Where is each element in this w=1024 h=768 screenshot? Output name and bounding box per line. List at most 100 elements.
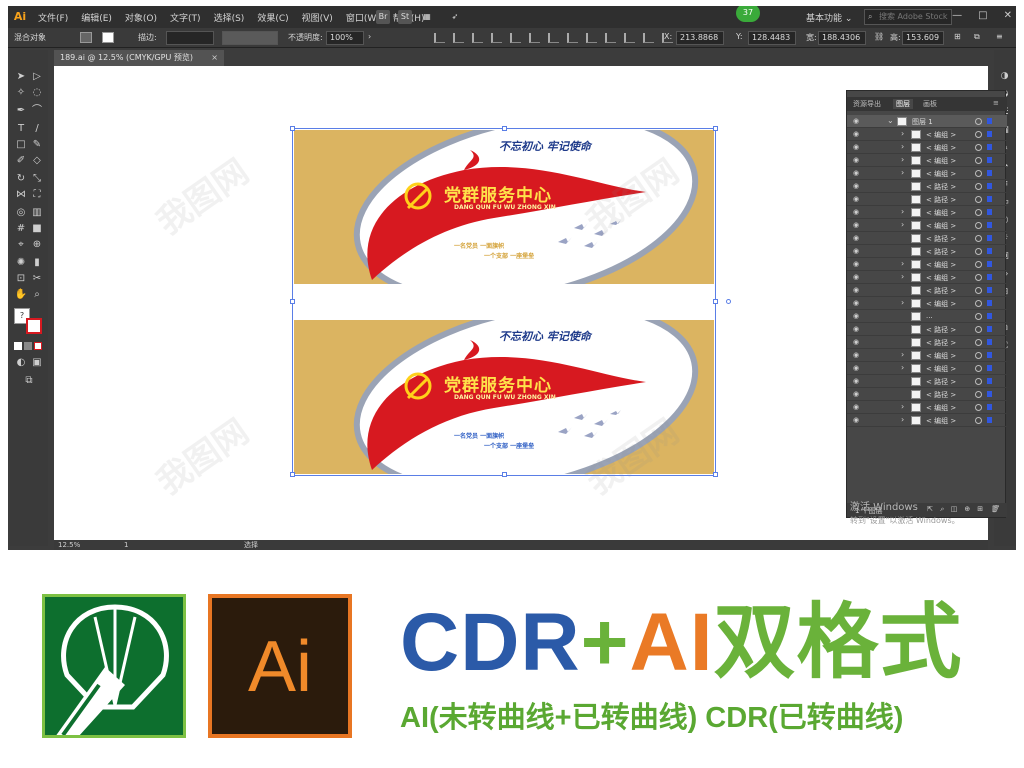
target-circle-icon[interactable] <box>975 274 982 281</box>
layer-row[interactable]: ◉ › < 编组 > <box>847 258 1007 271</box>
layer-row[interactable]: ◉ < 路径 > <box>847 193 1007 206</box>
selection-color-indicator[interactable] <box>987 313 992 319</box>
selection-color-indicator[interactable] <box>987 209 992 215</box>
gpu-rocket-icon[interactable]: ➶ <box>448 10 462 24</box>
mesh-tool-icon[interactable]: # <box>14 222 28 236</box>
visibility-eye-icon[interactable]: ◉ <box>853 351 862 359</box>
visibility-eye-icon[interactable]: ◉ <box>853 416 862 424</box>
signboard-design-top[interactable]: 不忘初心 牢记使命 党群服务中心 DANG QUN FU WU ZHONG XI… <box>294 130 714 284</box>
target-circle-icon[interactable] <box>975 313 982 320</box>
symbol-sprayer-icon[interactable]: ✺ <box>14 256 28 270</box>
slice-tool-icon[interactable]: ✂ <box>30 272 44 286</box>
visibility-eye-icon[interactable]: ◉ <box>853 325 862 333</box>
expand-caret-icon[interactable]: ⌄ <box>887 116 894 125</box>
layer-row[interactable]: ◉ › < 编组 > <box>847 167 1007 180</box>
artboard[interactable]: 不忘初心 牢记使命 党群服务中心 DANG QUN FU WU ZHONG XI… <box>290 126 731 477</box>
visibility-eye-icon[interactable]: ◉ <box>853 195 862 203</box>
selection-color-indicator[interactable] <box>987 326 992 332</box>
stroke-swatch[interactable] <box>102 32 114 43</box>
expand-caret-icon[interactable]: › <box>901 272 904 281</box>
resize-handle-sw[interactable] <box>290 472 295 477</box>
transform-icon[interactable]: ⊞ <box>954 32 961 41</box>
visibility-eye-icon[interactable]: ◉ <box>853 403 862 411</box>
expand-caret-icon[interactable]: › <box>901 402 904 411</box>
panel-menu-icon[interactable]: ≡ <box>996 32 1003 41</box>
layer-row[interactable]: ◉ › < 编组 > <box>847 414 1007 427</box>
visibility-eye-icon[interactable]: ◉ <box>853 260 862 268</box>
selection-color-indicator[interactable] <box>987 339 992 345</box>
target-circle-icon[interactable] <box>975 222 982 229</box>
variable-width-field[interactable] <box>222 31 278 45</box>
target-circle-icon[interactable] <box>975 157 982 164</box>
restore-button[interactable]: □ <box>978 10 987 21</box>
rotate-tool-icon[interactable]: ↻ <box>14 172 28 186</box>
zoom-tool-icon[interactable]: ⌕ <box>30 288 44 302</box>
selection-color-indicator[interactable] <box>987 157 992 163</box>
screen-mode-icon[interactable]: ▣ <box>30 356 44 370</box>
visibility-eye-icon[interactable]: ◉ <box>853 221 862 229</box>
selection-color-indicator[interactable] <box>987 378 992 384</box>
shaper-tool-icon[interactable]: ✐ <box>14 154 28 168</box>
opacity-field[interactable]: 100% <box>326 31 364 45</box>
lasso-tool-icon[interactable]: ◌ <box>30 86 44 100</box>
target-circle-icon[interactable] <box>975 391 982 398</box>
curvature-tool-icon[interactable]: ⌒ <box>30 104 44 118</box>
visibility-eye-icon[interactable]: ◉ <box>853 390 862 398</box>
expand-caret-icon[interactable]: › <box>901 298 904 307</box>
arrange-documents-icon[interactable]: ▦ <box>420 10 434 24</box>
selection-color-indicator[interactable] <box>987 235 992 241</box>
eyedropper-icon[interactable]: ⌖ <box>14 238 28 252</box>
menu-view[interactable]: 视图(V) <box>302 11 333 24</box>
selection-color-indicator[interactable] <box>987 404 992 410</box>
target-circle-icon[interactable] <box>975 378 982 385</box>
selection-color-indicator[interactable] <box>987 352 992 358</box>
menu-select[interactable]: 选择(S) <box>214 11 245 24</box>
expand-caret-icon[interactable]: › <box>901 207 904 216</box>
resize-handle-nw[interactable] <box>290 126 295 131</box>
selection-tool-icon[interactable]: ➤ <box>14 70 28 84</box>
layer-row[interactable]: ◉ › < 编组 > <box>847 401 1007 414</box>
pen-tool-icon[interactable]: ✒ <box>14 104 28 118</box>
align-top-icon[interactable] <box>491 33 502 43</box>
visibility-eye-icon[interactable]: ◉ <box>853 130 862 138</box>
selection-color-indicator[interactable] <box>987 196 992 202</box>
workspace-switcher[interactable]: 基本功能 ⌄ <box>806 11 852 24</box>
gradient-tool-icon[interactable]: ■ <box>30 222 44 236</box>
selection-color-indicator[interactable] <box>987 170 992 176</box>
distribute-middle-icon[interactable] <box>567 33 578 43</box>
layer-row[interactable]: ◉ › < 编组 > <box>847 349 1007 362</box>
layer-row[interactable]: ◉ › < 编组 > <box>847 206 1007 219</box>
visibility-eye-icon[interactable]: ◉ <box>853 156 862 164</box>
layer-row[interactable]: ◉ < 路径 > <box>847 336 1007 349</box>
layer-row-top[interactable]: ◉ ⌄ 图层 1 <box>847 115 1007 128</box>
layer-row[interactable]: ◉ < 路径 > <box>847 180 1007 193</box>
selection-color-indicator[interactable] <box>987 287 992 293</box>
target-circle-icon[interactable] <box>975 339 982 346</box>
layer-row[interactable]: ◉ < 路径 > <box>847 232 1007 245</box>
target-circle-icon[interactable] <box>975 326 982 333</box>
visibility-eye-icon[interactable]: ◉ <box>853 273 862 281</box>
artboard-tool-icon[interactable]: ⊡ <box>14 272 28 286</box>
resize-handle-w[interactable] <box>290 299 295 304</box>
layer-row[interactable]: ◉... <box>847 310 1007 323</box>
target-circle-icon[interactable] <box>975 417 982 424</box>
expand-caret-icon[interactable]: › <box>901 350 904 359</box>
new-sublayer-icon[interactable]: ⊕ <box>964 505 970 514</box>
notification-badge[interactable]: 37 <box>736 6 760 22</box>
visibility-eye-icon[interactable]: ◉ <box>853 299 862 307</box>
hand-tool-icon[interactable]: ✋ <box>14 288 28 302</box>
expand-caret-icon[interactable]: › <box>901 142 904 151</box>
tab-layers[interactable]: 图层 <box>893 99 913 109</box>
rotate-handle[interactable] <box>726 299 731 304</box>
perspective-grid-icon[interactable]: ▥ <box>30 206 44 220</box>
selection-color-indicator[interactable] <box>987 144 992 150</box>
fill-swatch[interactable] <box>80 32 92 43</box>
layer-row[interactable]: ◉ › < 编组 > <box>847 362 1007 375</box>
scale-tool-icon[interactable]: ⤡ <box>30 172 44 186</box>
eraser-tool-icon[interactable]: ◇ <box>30 154 44 168</box>
visibility-eye-icon[interactable]: ◉ <box>853 247 862 255</box>
selection-color-indicator[interactable] <box>987 300 992 306</box>
resize-handle-n[interactable] <box>502 126 507 131</box>
menu-effect[interactable]: 效果(C) <box>257 11 288 24</box>
distribute-bottom-icon[interactable] <box>586 33 597 43</box>
